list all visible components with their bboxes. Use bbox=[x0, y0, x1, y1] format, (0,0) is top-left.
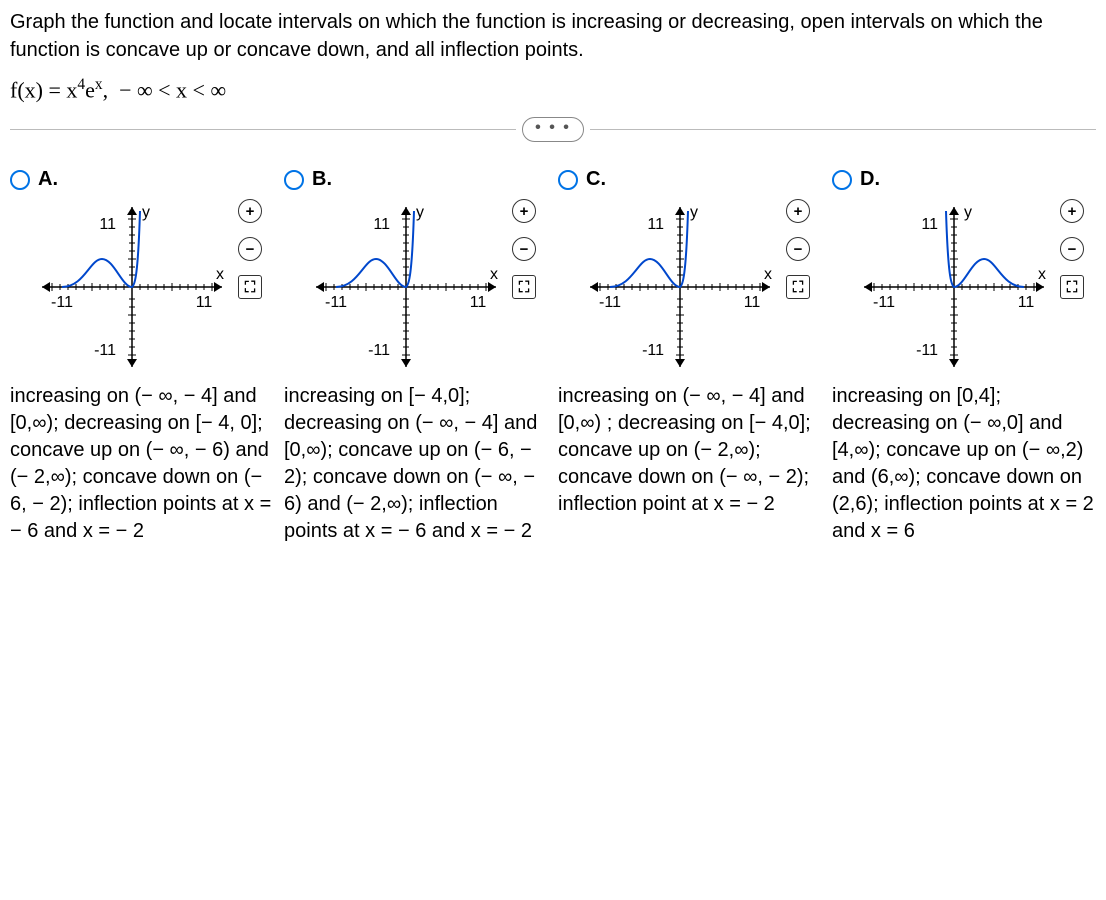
x-axis-label: x bbox=[490, 266, 498, 283]
svg-text:-11: -11 bbox=[873, 294, 895, 311]
svg-text:-11: -11 bbox=[599, 294, 621, 311]
radio-button[interactable] bbox=[558, 170, 578, 190]
expand-icon[interactable]: ⛶ bbox=[1060, 275, 1084, 299]
expand-icon[interactable]: ⛶ bbox=[512, 275, 536, 299]
option-label: D. bbox=[860, 168, 880, 191]
zoom-in-icon[interactable]: + bbox=[238, 199, 262, 223]
radio-button[interactable] bbox=[10, 170, 30, 190]
y-axis-label: y bbox=[416, 204, 424, 221]
option[interactable]: D. y bbox=[832, 168, 1096, 545]
svg-text:11: 11 bbox=[196, 294, 213, 311]
option-label: B. bbox=[312, 168, 332, 191]
option-description: increasing on [0,4]; decreasing on (− ∞,… bbox=[832, 383, 1096, 545]
option-description: increasing on (− ∞, − 4] and [0,∞) ; dec… bbox=[558, 383, 822, 518]
svg-text:11: 11 bbox=[373, 216, 390, 233]
option-description: increasing on [− 4,0]; decreasing on (− … bbox=[284, 383, 548, 545]
radio-button[interactable] bbox=[284, 170, 304, 190]
expand-icon[interactable]: ⛶ bbox=[238, 275, 262, 299]
svg-text:-11: -11 bbox=[916, 342, 938, 359]
svg-text:11: 11 bbox=[744, 294, 761, 311]
zoom-out-icon[interactable]: − bbox=[238, 237, 262, 261]
svg-text:-11: -11 bbox=[325, 294, 347, 311]
question-prompt: Graph the function and locate intervals … bbox=[10, 8, 1096, 64]
option-label: A. bbox=[38, 168, 58, 191]
svg-text:-11: -11 bbox=[94, 342, 116, 359]
graph-plot: y x -11 11 11 -11 bbox=[32, 197, 232, 377]
svg-text:11: 11 bbox=[921, 216, 938, 233]
svg-text:-11: -11 bbox=[642, 342, 664, 359]
svg-text:11: 11 bbox=[1018, 294, 1035, 311]
zoom-in-icon[interactable]: + bbox=[512, 199, 536, 223]
graph-plot: y x -11 11 11 -11 bbox=[306, 197, 506, 377]
expand-icon[interactable]: ⛶ bbox=[786, 275, 810, 299]
zoom-out-icon[interactable]: − bbox=[786, 237, 810, 261]
option-label: C. bbox=[586, 168, 606, 191]
svg-text:-11: -11 bbox=[368, 342, 390, 359]
divider: • • • bbox=[10, 117, 1096, 142]
x-axis-label: x bbox=[216, 266, 224, 283]
graph-plot: y x -11 11 11 -11 bbox=[854, 197, 1054, 377]
option[interactable]: B. y bbox=[284, 168, 548, 545]
y-axis-label: y bbox=[690, 204, 698, 221]
x-axis-label: x bbox=[1038, 266, 1046, 283]
y-axis-label: y bbox=[964, 204, 972, 221]
svg-text:11: 11 bbox=[470, 294, 487, 311]
option-description: increasing on (− ∞, − 4] and [0,∞); decr… bbox=[10, 383, 274, 545]
svg-text:11: 11 bbox=[99, 216, 116, 233]
question-equation: f(x) = x4ex, − ∞ < x < ∞ bbox=[10, 76, 1096, 103]
divider-line bbox=[10, 129, 516, 130]
option[interactable]: C. y bbox=[558, 168, 822, 545]
zoom-in-icon[interactable]: + bbox=[786, 199, 810, 223]
radio-button[interactable] bbox=[832, 170, 852, 190]
x-axis-label: x bbox=[764, 266, 772, 283]
zoom-out-icon[interactable]: − bbox=[512, 237, 536, 261]
graph-plot: y x -11 11 11 -11 bbox=[580, 197, 780, 377]
zoom-out-icon[interactable]: − bbox=[1060, 237, 1084, 261]
expand-ellipsis[interactable]: • • • bbox=[522, 117, 584, 142]
option[interactable]: A. y bbox=[10, 168, 274, 545]
y-axis-label: y bbox=[142, 204, 150, 221]
divider-line bbox=[590, 129, 1096, 130]
svg-text:11: 11 bbox=[647, 216, 664, 233]
svg-text:-11: -11 bbox=[51, 294, 73, 311]
zoom-in-icon[interactable]: + bbox=[1060, 199, 1084, 223]
